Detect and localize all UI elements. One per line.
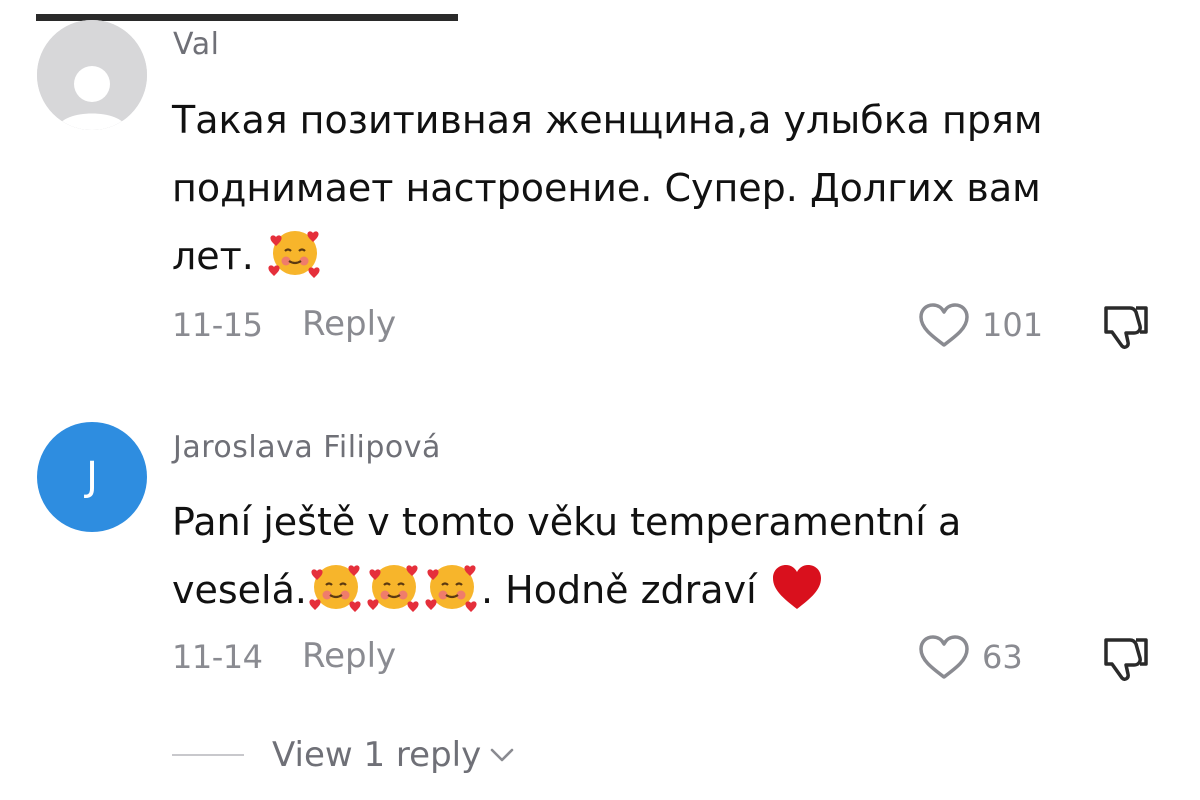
smiling-face-with-hearts-emoji-icon — [309, 565, 361, 612]
comment-username[interactable]: Jaroslava Filipová — [173, 430, 441, 465]
reply-button[interactable]: Reply — [302, 636, 396, 676]
comment-text-line: Paní ještě v tomto věku temperamentní a — [172, 500, 962, 544]
thumbs-down-icon — [1104, 638, 1148, 681]
user-avatar[interactable]: J — [37, 422, 147, 532]
view-replies-label: View 1 reply — [272, 735, 482, 775]
comment-text-fragment: . Hodně zdraví — [480, 568, 769, 612]
comment-text: Paní ještě v tomto věku temperamentní a … — [172, 488, 1152, 624]
chevron-down-icon — [490, 748, 514, 762]
comment-item: J Jaroslava Filipová Paní ještě v tomto … — [0, 0, 1200, 720]
comment-text-line: veselá. . Hodně zdraví — [172, 556, 1152, 624]
view-replies-button[interactable]: View 1 reply — [172, 730, 515, 780]
red-heart-emoji-icon — [772, 565, 821, 609]
view-replies-divider — [172, 754, 244, 756]
comment-text-fragment: veselá. — [172, 568, 307, 612]
smiling-face-with-hearts-emoji-icon — [425, 565, 477, 612]
comment-meta: 11-14 Reply 63 — [172, 632, 1160, 682]
heart-outline-icon — [919, 635, 969, 679]
comment-date: 11-14 — [172, 638, 263, 676]
like-count: 63 — [982, 638, 1023, 676]
avatar-letter: J — [86, 454, 98, 500]
smiling-face-with-hearts-emoji-icon — [367, 565, 419, 612]
like-button[interactable]: 63 — [918, 632, 1023, 682]
dislike-button[interactable] — [1100, 634, 1152, 687]
